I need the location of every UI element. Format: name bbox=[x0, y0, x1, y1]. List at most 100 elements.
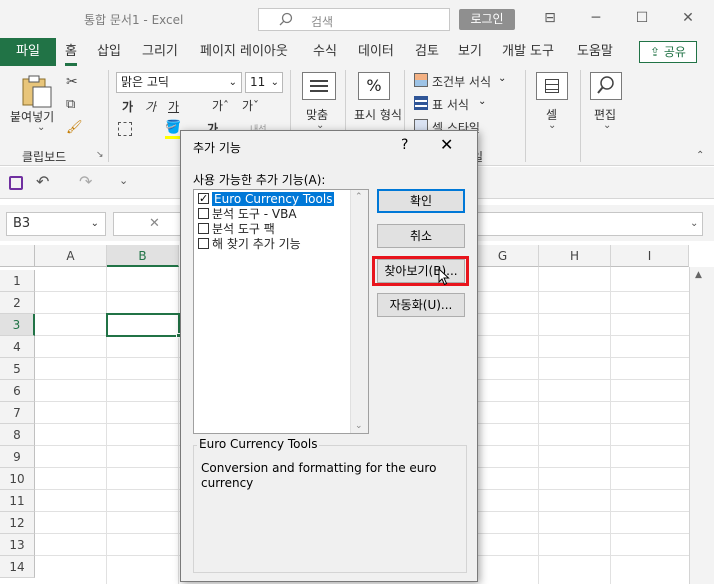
tab-draw[interactable]: 그리기 bbox=[142, 38, 178, 66]
addins-list[interactable]: Euro Currency Tools 분석 도구 - VBA 분석 도구 팩 … bbox=[193, 189, 369, 434]
list-item[interactable]: 해 찾기 추가 기능 bbox=[198, 237, 301, 252]
scroll-up-icon[interactable]: ⌃ bbox=[355, 192, 363, 202]
login-button[interactable]: 로그인 bbox=[459, 9, 515, 30]
row-header[interactable]: 14 bbox=[0, 556, 35, 578]
checkbox[interactable] bbox=[198, 223, 209, 234]
search-box[interactable]: 검색 bbox=[258, 8, 450, 31]
row-header[interactable]: 5 bbox=[0, 358, 35, 380]
ribbon-display-icon[interactable]: ⊟ bbox=[538, 6, 562, 30]
tab-formulas[interactable]: 수식 bbox=[313, 38, 337, 66]
share-label: 공유 bbox=[663, 45, 686, 59]
highlight-box bbox=[372, 256, 469, 286]
tab-page-layout[interactable]: 페이지 레이아웃 bbox=[200, 38, 288, 66]
row-header[interactable]: 10 bbox=[0, 468, 35, 490]
column-header[interactable]: H bbox=[539, 245, 611, 267]
chevron-down-icon[interactable]: ⌄ bbox=[498, 73, 506, 84]
conditional-format-button[interactable]: 조건부 서식 bbox=[432, 73, 491, 90]
customize-qat-icon[interactable]: ⌄ bbox=[119, 174, 128, 187]
row-header[interactable]: 3 bbox=[0, 314, 35, 336]
scroll-down-icon[interactable]: ⌄ bbox=[355, 421, 363, 431]
row-header[interactable]: 4 bbox=[0, 336, 35, 358]
scroll-up-icon[interactable]: ▲ bbox=[695, 270, 702, 280]
fill-color-icon[interactable]: 🪣 bbox=[165, 120, 181, 135]
cancel-icon[interactable]: ✕ bbox=[149, 216, 160, 231]
percent-icon[interactable]: % bbox=[358, 72, 390, 100]
tab-developer[interactable]: 개발 도구 bbox=[502, 38, 554, 66]
tab-view[interactable]: 보기 bbox=[458, 38, 482, 66]
chevron-down-icon[interactable]: ⌄ bbox=[548, 120, 556, 131]
selected-cell[interactable] bbox=[106, 313, 180, 337]
collapse-ribbon-icon[interactable]: ⌃ bbox=[696, 150, 704, 161]
list-scrollbar[interactable]: ⌃ ⌄ bbox=[350, 190, 368, 433]
italic-button[interactable]: 가 bbox=[145, 98, 156, 115]
table-format-button[interactable]: 표 서식 bbox=[432, 96, 469, 113]
cancel-button[interactable]: 취소 bbox=[377, 224, 465, 248]
share-button[interactable]: ⇪ 공유 bbox=[639, 41, 697, 63]
checkbox[interactable] bbox=[198, 238, 209, 249]
tab-insert[interactable]: 삽입 bbox=[97, 38, 121, 66]
row-header[interactable]: 13 bbox=[0, 534, 35, 556]
bold-button[interactable]: 가 bbox=[122, 98, 133, 115]
row-header[interactable]: 8 bbox=[0, 424, 35, 446]
ok-button[interactable]: 확인 bbox=[377, 189, 465, 213]
row-header[interactable]: 11 bbox=[0, 490, 35, 512]
tab-help[interactable]: 도움말 bbox=[577, 38, 613, 66]
find-icon[interactable] bbox=[590, 72, 622, 100]
group-separator bbox=[525, 70, 526, 162]
row-header[interactable]: 7 bbox=[0, 402, 35, 424]
redo-icon[interactable]: ↷ bbox=[79, 172, 92, 191]
expand-formula-icon[interactable]: ⌄ bbox=[690, 218, 698, 229]
close-button[interactable]: ✕ bbox=[676, 6, 700, 30]
name-box[interactable]: B3 ⌄ bbox=[6, 212, 106, 236]
row-header[interactable]: 9 bbox=[0, 446, 35, 468]
clipboard-group-label: 클립보드 bbox=[22, 150, 67, 164]
checkbox[interactable] bbox=[198, 208, 209, 219]
grow-font-button[interactable]: 가ˆ bbox=[212, 97, 229, 114]
list-item[interactable]: 분석 도구 팩 bbox=[198, 222, 275, 237]
border-icon[interactable] bbox=[118, 122, 132, 136]
shrink-font-button[interactable]: 가ˇ bbox=[242, 97, 259, 114]
tab-home[interactable]: 홈 bbox=[65, 38, 77, 66]
paste-icon[interactable] bbox=[20, 74, 54, 108]
font-size-value: 11 bbox=[250, 75, 266, 89]
minimize-button[interactable]: ─ bbox=[584, 6, 608, 30]
fill-color-bar bbox=[165, 136, 181, 139]
underline-button[interactable]: 가 bbox=[168, 98, 179, 115]
save-icon[interactable] bbox=[9, 176, 23, 190]
column-header[interactable]: I bbox=[611, 245, 689, 267]
chevron-down-icon[interactable]: ⌄ bbox=[603, 120, 611, 131]
cut-icon[interactable]: ✂ bbox=[66, 74, 78, 90]
format-painter-icon[interactable]: 🖌 bbox=[66, 120, 83, 135]
font-size-select[interactable]: 11 ⌄ bbox=[245, 72, 283, 93]
grid-line bbox=[538, 267, 539, 584]
chevron-down-icon[interactable]: ⌄ bbox=[478, 96, 486, 107]
tab-data[interactable]: 데이터 bbox=[358, 38, 394, 66]
font-name-select[interactable]: 맑은 고딕 ⌄ bbox=[116, 72, 242, 93]
align-icon[interactable] bbox=[302, 72, 336, 100]
list-item[interactable]: Euro Currency Tools bbox=[198, 191, 335, 207]
dialog-close-button[interactable]: ✕ bbox=[440, 135, 453, 154]
column-header[interactable]: A bbox=[35, 245, 107, 267]
cells-icon[interactable] bbox=[536, 72, 568, 100]
row-header[interactable]: 6 bbox=[0, 380, 35, 402]
undo-icon[interactable]: ↶ bbox=[36, 172, 49, 191]
select-all-corner[interactable] bbox=[0, 245, 35, 267]
restore-button[interactable]: ☐ bbox=[630, 6, 654, 30]
dialog-launcher-icon[interactable]: ↘ bbox=[96, 150, 104, 160]
row-header[interactable]: 1 bbox=[0, 270, 35, 292]
list-item[interactable]: 분석 도구 - VBA bbox=[198, 207, 297, 222]
tab-file[interactable]: 파일 bbox=[0, 38, 56, 66]
row-header[interactable]: 2 bbox=[0, 292, 35, 314]
number-format-button[interactable]: 표시 형식 bbox=[354, 106, 402, 123]
addins-dialog: 추가 기능 ? ✕ 사용 가능한 추가 기능(A): Euro Currency… bbox=[180, 130, 478, 582]
row-header[interactable]: 12 bbox=[0, 512, 35, 534]
column-header[interactable]: B bbox=[107, 245, 179, 267]
copy-icon[interactable]: ⧉ bbox=[66, 97, 75, 112]
tab-review[interactable]: 검토 bbox=[415, 38, 439, 66]
help-button[interactable]: ? bbox=[401, 137, 408, 153]
paste-button[interactable]: 붙여넣기 bbox=[10, 108, 54, 125]
chevron-down-icon[interactable]: ⌄ bbox=[37, 122, 45, 133]
vertical-scrollbar[interactable] bbox=[689, 267, 714, 584]
automation-button[interactable]: 자동화(U)... bbox=[377, 293, 465, 317]
checkbox-checked[interactable] bbox=[198, 191, 209, 206]
